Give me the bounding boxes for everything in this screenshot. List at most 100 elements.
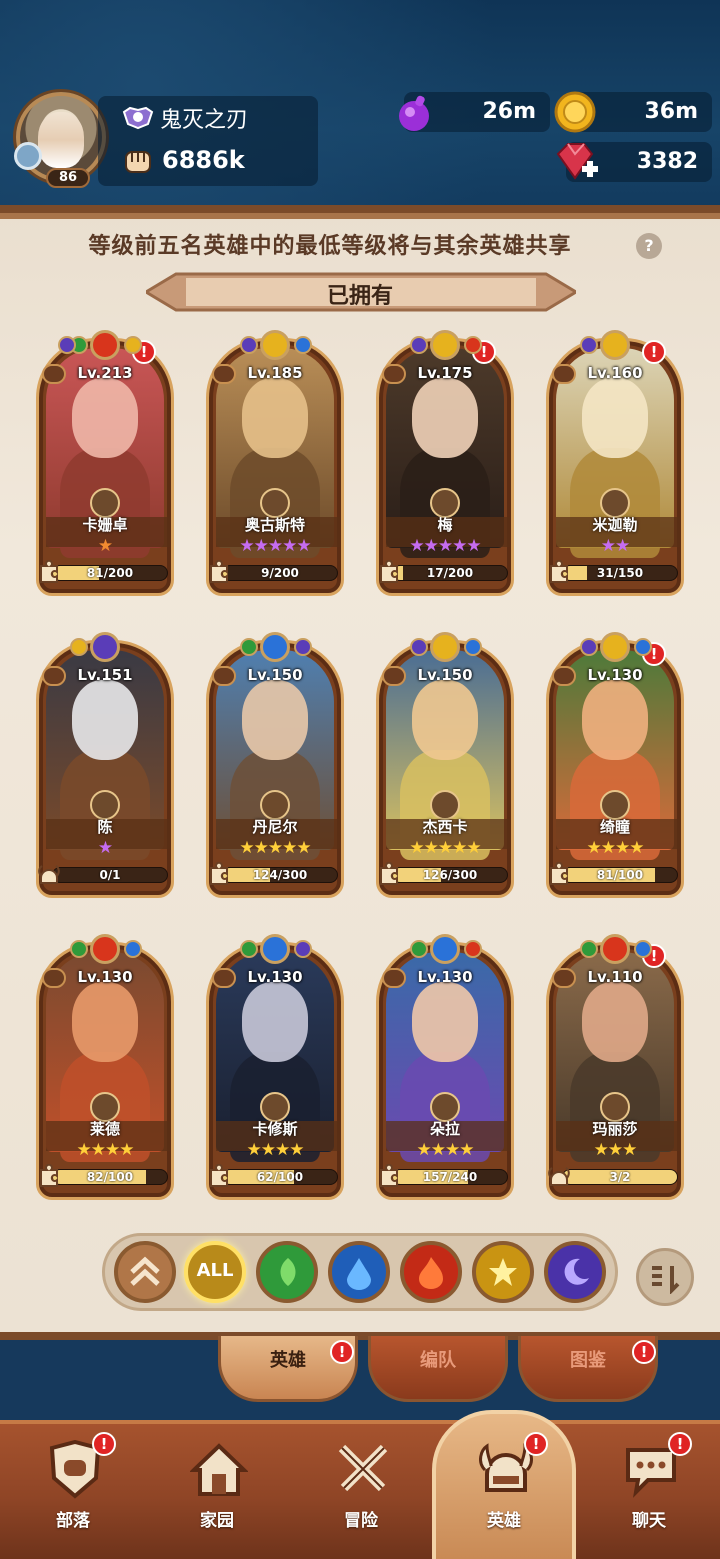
hero-card[interactable]: Lv.130 莱德 ★★★★ 82/100 [36,930,174,1202]
hero-alert-badge: ! [642,340,666,364]
water-element-icon [294,336,312,354]
nav-adventure[interactable]: 冒险 [306,1428,416,1554]
hero-level: Lv.150 [247,666,303,684]
power-fist-icon [125,151,151,173]
level-share-notice: 等级前五名英雄中的最低等级将与其余英雄共享 [88,234,572,259]
filter-all-label: ALL [196,1260,234,1281]
light-element-icon [430,632,460,662]
hero-shard-progress-text: 31/150 [596,566,644,580]
hero-name: 杰西卡 [422,818,468,836]
hero-card[interactable]: Lv.151 陈 ★ 0/1 [36,628,174,900]
hero-portrait-face [72,680,138,760]
guild-name: 鬼灭之刃 [160,108,249,133]
dark-element-icon [240,336,258,354]
nav-tribe-label: 部落 [56,1511,90,1531]
fire-element-icon [464,336,482,354]
water-element-icon [464,638,482,656]
hero-portrait-face [72,378,138,458]
hero-card[interactable]: Lv.150 杰西卡 ★★★★★ 126/300 [376,628,514,900]
nav-home[interactable]: 家园 [162,1428,272,1554]
hero-name: 丹尼尔 [252,818,298,836]
water-drop-icon [347,1258,371,1290]
fire-element-icon [600,934,630,964]
hero-element-icons [206,326,344,362]
hero-stars: ★★★★ [586,838,645,858]
hero-stars: ★★★★ [416,1140,475,1160]
tab-formation[interactable]: 编队 [368,1336,508,1402]
hero-name: 卡修斯 [252,1120,298,1138]
fire-element-icon [90,934,120,964]
hero-card[interactable]: Lv.130 卡修斯 ★★★★ 62/100 [206,930,344,1202]
hero-shard-progress-text: 126/300 [422,868,478,882]
player-avatar[interactable]: 86 [14,92,106,188]
nav-adventure-label: 冒险 [344,1511,378,1531]
hero-card[interactable]: Lv.160 米迦勒 ★★ 31/150 ! [546,326,684,598]
hero-element-icons [206,628,344,664]
hero-portrait-face [242,982,308,1062]
hero-shard-progress-text: 81/100 [596,868,644,882]
section-title-owned: 已拥有 [326,284,393,309]
light-element-icon [124,336,142,354]
water-element-icon [124,940,142,958]
hero-card[interactable]: Lv.213 卡姗卓 ★ 81/200 ! [36,326,174,598]
water-element-icon [260,632,290,662]
light-element-icon [70,638,88,656]
hero-shard-progress-text: 82/100 [86,1170,134,1184]
hero-card[interactable]: Lv.130 绮瞳 ★★★★ 81/100 ! [546,628,684,900]
dark-element-icon [580,336,598,354]
hero-level: Lv.130 [77,968,133,986]
leaf-icon [280,1258,296,1286]
hero-stars: ★★★★★ [409,838,481,858]
hero-portrait-face [242,378,308,458]
home-icon [190,1443,248,1496]
hero-level: Lv.130 [587,666,643,684]
hero-name: 米迦勒 [592,516,638,534]
fire-element-icon [90,330,120,360]
hero-level: Lv.151 [77,666,133,684]
help-button[interactable]: ? [636,233,662,259]
hero-shard-progress-text: 157/240 [422,1170,478,1184]
hero-card[interactable]: Lv.130 朵拉 ★★★★ 157/240 [376,930,514,1202]
gold-coin-icon [554,91,596,133]
nav-heroes-alert-badge: ! [524,1432,548,1456]
nav-tribe-alert-badge: ! [92,1432,116,1456]
nature-element-icon [580,940,598,958]
nav-home-label: 家园 [200,1511,234,1531]
puzzle-shard-icon [380,1164,398,1187]
tab-formation-label: 编队 [420,1350,456,1371]
hero-card[interactable]: Lv.110 玛丽莎 ★★★ 3/2 ! [546,930,684,1202]
tab-codex-label: 图鉴 [570,1350,606,1371]
hero-card[interactable]: Lv.185 奥古斯特 ★★★★★ 9/200 [206,326,344,598]
dark-element-icon [294,638,312,656]
puzzle-shard-icon [210,1164,228,1187]
nav-chat-alert-badge: ! [668,1432,692,1456]
guild-emblem-icon [122,106,154,130]
tab-codex-alert-badge: ! [632,1340,656,1364]
hero-shard-progress-text: 124/300 [252,868,308,882]
ruby-gem-plus-icon[interactable] [552,140,600,184]
puzzle-shard-icon [40,560,58,583]
water-element-icon [430,934,460,964]
dark-element-icon [90,632,120,662]
hero-name: 卡姗卓 [82,516,128,534]
hero-stars: ★★ [600,536,630,556]
avatar-portrait [38,112,84,168]
dark-element-icon [410,638,428,656]
hero-card[interactable]: Lv.150 丹尼尔 ★★★★★ 124/300 [206,628,344,900]
crossed-swords-icon [338,1444,388,1492]
nature-element-icon [240,638,258,656]
hero-name: 玛丽莎 [592,1120,638,1138]
hero-card[interactable]: Lv.175 梅 ★★★★★ 17/200 ! [376,326,514,598]
hero-element-icons [36,930,174,966]
hero-shard-progress-text: 3/2 [609,1170,631,1184]
dark-element-icon [410,336,428,354]
dark-element-icon [294,940,312,958]
dark-element-icon [580,638,598,656]
hero-level: Lv.150 [417,666,473,684]
hero-stars: ★★★ [593,1140,638,1160]
hero-shard-progress-text: 9/200 [261,566,299,580]
nav-chat-label: 聊天 [632,1511,666,1531]
settings-gear-icon[interactable] [14,142,42,170]
hero-stars: ★★★★★ [239,838,311,858]
hero-level: Lv.130 [247,968,303,986]
